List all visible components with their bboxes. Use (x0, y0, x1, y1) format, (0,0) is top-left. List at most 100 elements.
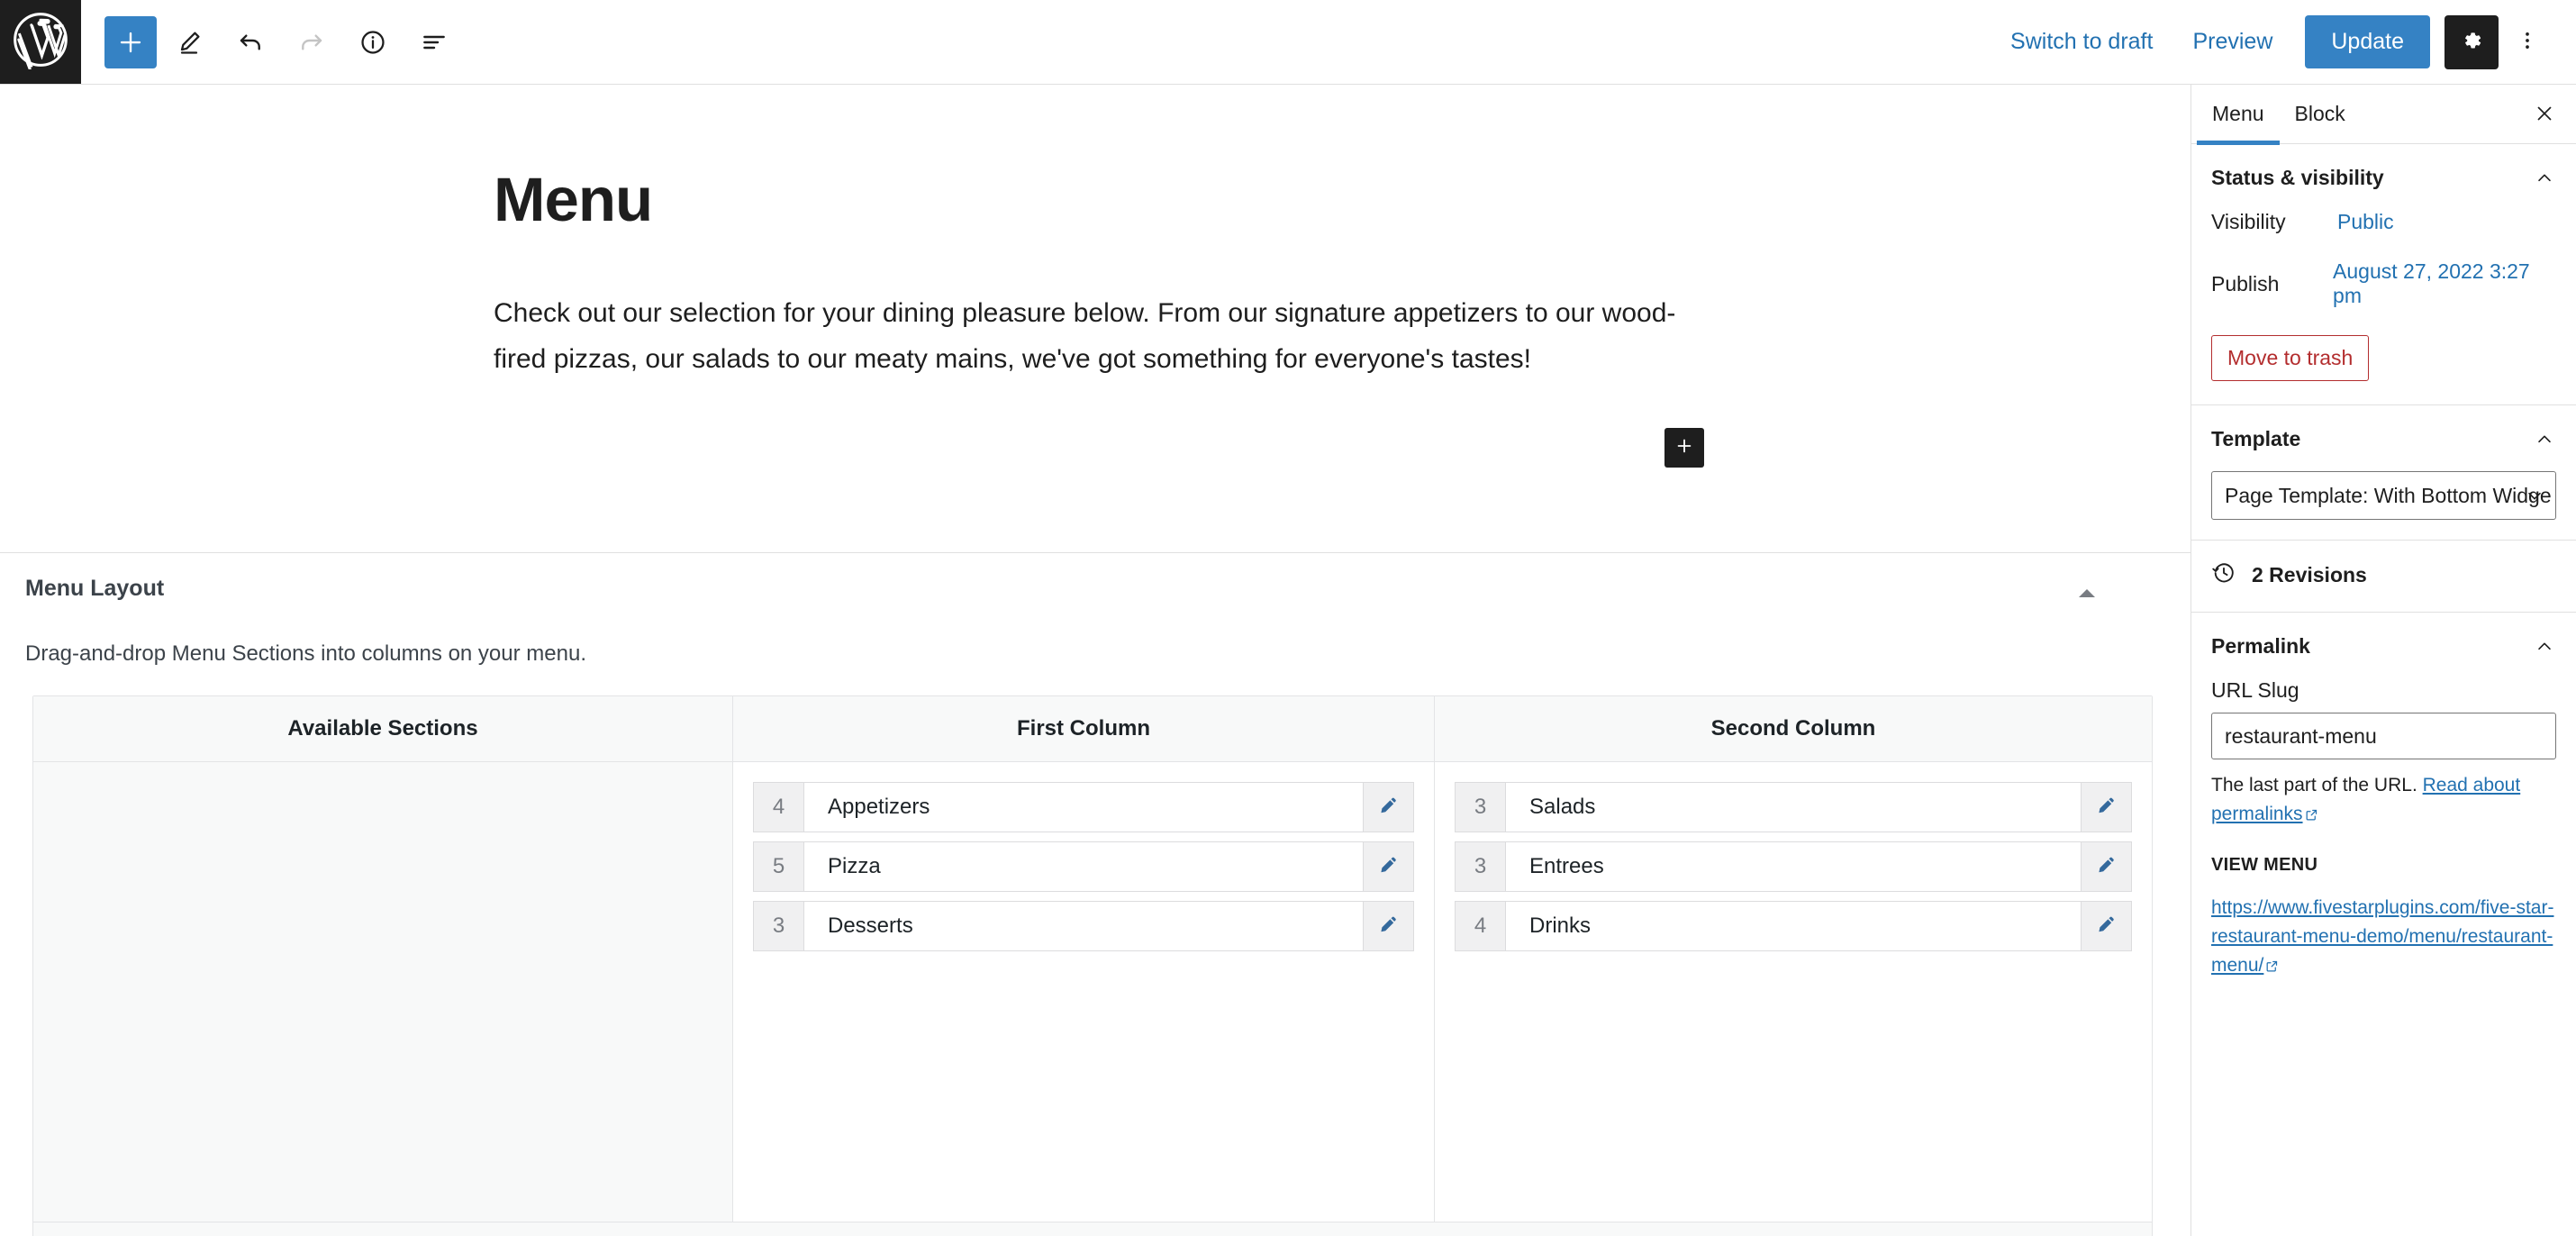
visibility-label: Visibility (2211, 210, 2286, 233)
pencil-icon (2096, 854, 2118, 880)
pencil-icon (1378, 913, 1400, 940)
section-item-label: Drinks (1529, 913, 1592, 938)
publish-label: Publish (2211, 271, 2280, 295)
template-title: Template (2211, 427, 2301, 450)
permalink-header[interactable]: Permalink (2191, 613, 2576, 678)
primary-toolbar (81, 14, 463, 71)
chevron-up-icon (2533, 167, 2556, 190)
chevron-up-icon (2533, 635, 2556, 659)
tab-block[interactable]: Block (2280, 85, 2361, 144)
menu-layout-table: Available Sections First Column Second C… (32, 695, 2153, 1236)
table-row[interactable]: 3 Entrees (1455, 841, 2132, 892)
edit-section-button[interactable] (1363, 842, 1413, 891)
pencil-icon (2096, 913, 2118, 940)
post-paragraph-block[interactable]: Check out our selection for your dining … (494, 290, 1692, 383)
wordpress-logo-button[interactable] (0, 0, 81, 84)
section-item-count: 5 (754, 842, 804, 891)
table-row[interactable]: 3 Desserts (753, 901, 1414, 951)
revisions-label: 2 Revisions (2252, 563, 2367, 586)
redo-arrow-icon (297, 28, 326, 57)
external-link-icon (2305, 802, 2318, 831)
list-view-button[interactable] (405, 14, 463, 71)
editor-canvas: Menu Check out our selection for your di… (0, 85, 2191, 553)
edit-section-button[interactable] (1363, 783, 1413, 832)
info-circle-icon (358, 28, 387, 57)
gear-icon (2459, 28, 2484, 56)
pencil-icon (1378, 854, 1400, 880)
more-options-button[interactable] (2502, 15, 2553, 69)
pencil-icon (2096, 795, 2118, 821)
edit-section-button[interactable] (2081, 783, 2131, 832)
section-item-label: Entrees (1529, 854, 1604, 878)
publish-row: Publish August 27, 2022 3:27 pm (2211, 259, 2556, 308)
column-header-second: Second Column (1710, 716, 1876, 741)
section-item-label: Salads (1529, 795, 1596, 819)
status-visibility-title: Status & visibility (2211, 166, 2384, 189)
layout-table-body: 4 Appetizers 5 Pizza 3 Desserts 3 Salads… (33, 762, 2152, 1222)
view-menu-label: VIEW MENU (2211, 855, 2318, 875)
edit-section-button[interactable] (2081, 842, 2131, 891)
preview-button[interactable]: Preview (2172, 18, 2292, 66)
edit-section-button[interactable] (1363, 902, 1413, 950)
table-row[interactable]: 4 Appetizers (753, 782, 1414, 832)
revisions-link[interactable]: 2 Revisions (2191, 541, 2576, 612)
permalink-title: Permalink (2211, 634, 2310, 658)
visibility-value-button[interactable]: Public (2337, 210, 2394, 234)
layout-hint: Hint: Leave the second column empty to d… (33, 1222, 2152, 1236)
second-column-dropzone[interactable]: 3 Salads 3 Entrees 4 Drinks (1435, 762, 2152, 1222)
close-sidebar-button[interactable] (2526, 95, 2563, 133)
settings-sidebar: Menu Block Status & visibility Visibilit… (2191, 85, 2576, 1236)
external-link-icon (2265, 959, 2279, 977)
table-row[interactable]: 4 Drinks (1455, 901, 2132, 951)
section-item-label: Appetizers (828, 795, 930, 819)
section-item-count: 3 (1456, 783, 1506, 832)
list-view-icon (420, 28, 449, 57)
details-button[interactable] (344, 14, 402, 71)
close-icon (2534, 103, 2555, 127)
template-panel: Template Page Template: With Bottom Widg… (2191, 405, 2576, 541)
first-column-dropzone[interactable]: 4 Appetizers 5 Pizza 3 Desserts (733, 762, 1435, 1222)
undo-button[interactable] (222, 14, 279, 71)
plus-icon (1674, 436, 1694, 460)
page-title[interactable]: Menu (494, 166, 2191, 234)
layout-table-header: Available Sections First Column Second C… (33, 696, 2152, 762)
table-row[interactable]: 5 Pizza (753, 841, 1414, 892)
edit-section-button[interactable] (2081, 902, 2131, 950)
triangle-up-icon (2079, 588, 2095, 597)
publish-date-button[interactable]: August 27, 2022 3:27 pm (2333, 259, 2556, 308)
permalink-panel: Permalink URL Slug The last part of the … (2191, 613, 2576, 1000)
plus-icon (117, 29, 144, 56)
template-select[interactable]: Page Template: With Bottom Widge (2211, 471, 2556, 520)
column-header-available: Available Sections (33, 696, 733, 761)
visibility-row: Visibility Public (2211, 210, 2556, 234)
switch-to-draft-button[interactable]: Switch to draft (1991, 18, 2172, 66)
section-item-count: 3 (754, 902, 804, 950)
update-button[interactable]: Update (2305, 15, 2430, 68)
permalink-help-prefix: The last part of the URL. (2211, 775, 2423, 795)
table-row[interactable]: 3 Salads (1455, 782, 2132, 832)
pencil-icon (175, 28, 204, 57)
add-block-button[interactable] (104, 15, 157, 68)
view-menu-url-link[interactable]: https://www.fivestarplugins.com/five-sta… (2211, 897, 2553, 976)
template-header[interactable]: Template (2191, 405, 2576, 471)
block-inserter-button[interactable] (1664, 428, 1704, 468)
section-item-count: 3 (1456, 842, 1506, 891)
edit-tools-button[interactable] (160, 14, 218, 71)
redo-button[interactable] (283, 14, 340, 71)
tab-menu[interactable]: Menu (2197, 85, 2280, 145)
move-to-trash-button[interactable]: Move to trash (2211, 335, 2370, 381)
column-header-first: First Column (733, 696, 1435, 761)
editor-top-bar: Switch to draft Preview Update (0, 0, 2576, 85)
url-slug-input[interactable] (2211, 713, 2556, 759)
pencil-icon (1378, 795, 1400, 821)
section-item-count: 4 (1456, 902, 1506, 950)
kebab-menu-icon (2516, 28, 2539, 56)
sidebar-tabs: Menu Block (2191, 85, 2576, 145)
chevron-up-icon (2533, 428, 2556, 451)
undo-arrow-icon (236, 28, 265, 57)
available-sections-dropzone[interactable] (33, 762, 733, 1222)
settings-toggle-button[interactable] (2444, 14, 2499, 69)
url-slug-label: URL Slug (2211, 678, 2299, 702)
status-visibility-header[interactable]: Status & visibility (2191, 144, 2576, 210)
metabox-collapse-toggle[interactable] (2072, 577, 2102, 608)
